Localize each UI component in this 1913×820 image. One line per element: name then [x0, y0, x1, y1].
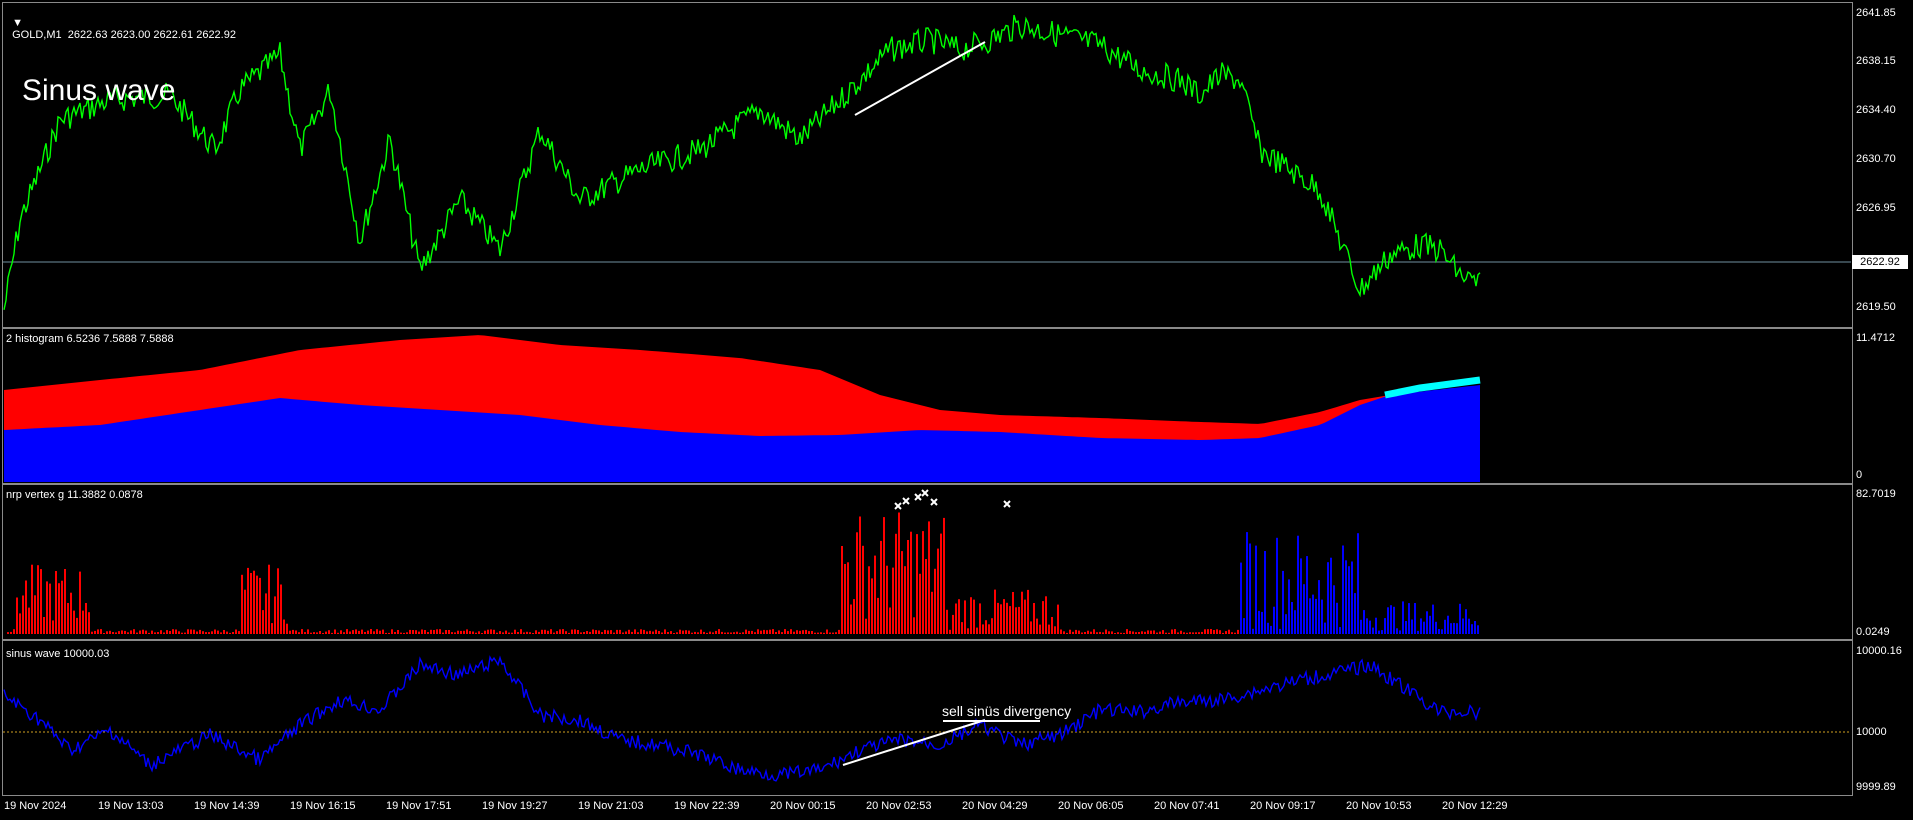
divergence-annotation: sell sinüs divergency — [942, 703, 1072, 719]
time-label: 19 Nov 21:03 — [578, 800, 644, 812]
time-label: 19 Nov 19:27 — [482, 800, 548, 812]
time-label: 20 Nov 07:41 — [1154, 800, 1220, 812]
trend-line — [854, 41, 986, 116]
sinus-scale-bottom: 9999.89 — [1856, 781, 1896, 793]
time-label: 20 Nov 10:53 — [1346, 800, 1412, 812]
sinus-scale-top: 10000.16 — [1856, 645, 1902, 657]
current-price-tag: 2622.92 — [1852, 255, 1908, 269]
time-label: 19 Nov 17:51 — [386, 800, 452, 812]
collapse-triangle-icon[interactable]: ▼ — [12, 17, 23, 29]
vertex-marker — [914, 493, 922, 501]
time-label: 20 Nov 12:29 — [1442, 800, 1508, 812]
time-label: 19 Nov 22:39 — [674, 800, 740, 812]
histogram-scale-bottom: 0 — [1856, 469, 1863, 481]
vertex-marker — [921, 489, 929, 497]
histogram-header: 2 histogram 6.5236 7.5888 7.5888 — [6, 333, 174, 345]
chart-overlay-title: Sinus wave — [22, 74, 176, 107]
time-label: 20 Nov 02:53 — [866, 800, 932, 812]
vertex-scale-top: 82.7019 — [1856, 488, 1896, 500]
price-line — [3, 14, 1481, 310]
time-label: 20 Nov 04:29 — [962, 800, 1028, 812]
time-label: 20 Nov 06:05 — [1058, 800, 1124, 812]
vertex-marker — [894, 502, 902, 510]
time-label: 19 Nov 16:15 — [290, 800, 356, 812]
chart-drawing — [3, 14, 1851, 782]
price-tick: 2619.50 — [1856, 301, 1896, 313]
price-tick: 2634.40 — [1856, 104, 1896, 116]
vertex-header: nrp vertex g 11.3882 0.0878 — [6, 489, 143, 501]
sinus-scale-mid: 10000 — [1856, 726, 1887, 738]
vertex-marker — [1003, 500, 1011, 508]
price-tick: 2638.15 — [1856, 55, 1896, 67]
vertex-marker — [930, 498, 938, 506]
vertex-marker — [902, 497, 910, 505]
histogram-scale-top: 11.4712 — [1856, 332, 1895, 344]
price-tick: 2630.70 — [1856, 153, 1896, 165]
price-tick: 2626.95 — [1856, 202, 1896, 214]
vertex-scale-bottom: 0.0249 — [1856, 626, 1890, 638]
sinus-header: sinus wave 10000.03 — [6, 648, 110, 660]
price-tick: 2641.85 — [1856, 7, 1896, 19]
time-label: 20 Nov 09:17 — [1250, 800, 1316, 812]
time-label: 20 Nov 00:15 — [770, 800, 836, 812]
time-label: 19 Nov 13:03 — [98, 800, 164, 812]
divergence-trend-line — [842, 719, 986, 766]
sinus-line — [3, 655, 1481, 782]
time-label: 19 Nov 14:39 — [194, 800, 260, 812]
symbol-header: ▼ GOLD,M1 2622.63 2623.00 2622.61 2622.9… — [12, 17, 236, 41]
time-label: 19 Nov 2024 — [4, 800, 67, 812]
